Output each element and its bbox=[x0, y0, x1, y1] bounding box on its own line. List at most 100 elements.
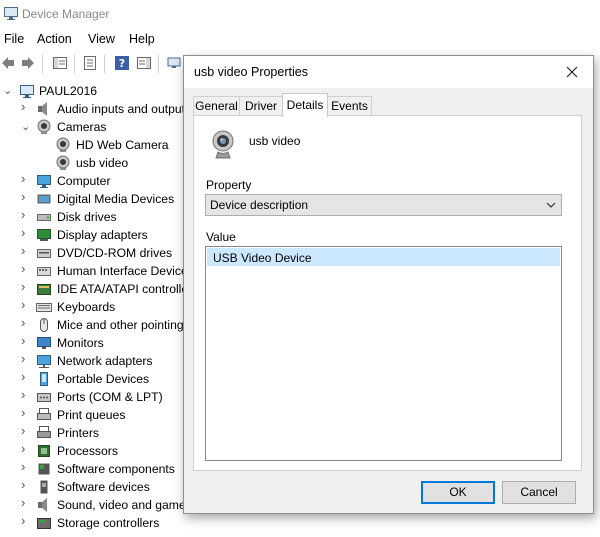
properties-icon[interactable] bbox=[82, 55, 98, 71]
tree-item[interactable]: › IDE ATA/ATAPI controllers bbox=[0, 280, 183, 298]
tree-item[interactable]: usb video bbox=[0, 154, 183, 172]
computer-icon bbox=[37, 175, 51, 188]
chevron-right-icon[interactable]: › bbox=[21, 460, 31, 473]
chevron-right-icon[interactable]: › bbox=[21, 478, 31, 491]
chevron-down-icon[interactable]: ⌄ bbox=[3, 86, 13, 97]
toolbar-separator bbox=[158, 55, 159, 73]
media-icon bbox=[37, 194, 51, 204]
tree-item-label: Sound, video and game controllers bbox=[57, 498, 183, 512]
chevron-right-icon[interactable]: › bbox=[21, 100, 31, 113]
cancel-button[interactable]: Cancel bbox=[502, 481, 576, 504]
tree-item-label: Digital Media Devices bbox=[57, 192, 175, 206]
tab-events[interactable]: Events bbox=[327, 96, 372, 116]
property-select[interactable]: Device description bbox=[205, 194, 562, 216]
tree-item[interactable]: › Human Interface Devices bbox=[0, 262, 183, 280]
tree-item[interactable]: › Sound, video and game controllers bbox=[0, 496, 183, 514]
processor-icon bbox=[38, 445, 50, 457]
list-item[interactable]: USB Video Device bbox=[207, 248, 560, 266]
properties-dialog: usb video Properties General Driver Deta… bbox=[183, 55, 594, 514]
tree-item-label: DVD/CD-ROM drives bbox=[57, 246, 173, 260]
chevron-right-icon[interactable]: › bbox=[21, 244, 31, 257]
tree-item[interactable]: › Portable Devices bbox=[0, 370, 183, 388]
tree-item[interactable]: › Monitors bbox=[0, 334, 183, 352]
help-icon[interactable]: ? bbox=[114, 55, 130, 71]
chevron-right-icon[interactable]: › bbox=[21, 370, 31, 383]
property-label: Property bbox=[206, 178, 252, 192]
tree-item-label: Processors bbox=[57, 444, 118, 458]
keyboard-icon bbox=[36, 303, 52, 312]
tree-item[interactable]: HD Web Camera bbox=[0, 136, 183, 154]
tree-item[interactable]: › Processors bbox=[0, 442, 183, 460]
back-arrow-icon[interactable] bbox=[0, 55, 16, 71]
tree-item[interactable]: › Print queues bbox=[0, 406, 183, 424]
chevron-right-icon[interactable]: › bbox=[21, 496, 31, 509]
tree-item-label: Monitors bbox=[57, 336, 104, 350]
chevron-right-icon[interactable]: › bbox=[21, 172, 31, 185]
tree-item[interactable]: › Network adapters bbox=[0, 352, 183, 370]
ok-button[interactable]: OK bbox=[421, 481, 495, 504]
tab-general[interactable]: General bbox=[193, 96, 240, 116]
svg-text:?: ? bbox=[119, 57, 125, 70]
menu-help[interactable]: Help bbox=[129, 32, 155, 46]
tree-item[interactable]: › Display adapters bbox=[0, 226, 183, 244]
chevron-right-icon[interactable]: › bbox=[21, 262, 31, 275]
value-listbox[interactable]: USB Video Device bbox=[205, 246, 562, 461]
chevron-right-icon[interactable]: › bbox=[21, 424, 31, 437]
forward-arrow-icon[interactable] bbox=[20, 55, 36, 71]
chevron-right-icon[interactable]: › bbox=[21, 280, 31, 293]
tree-item[interactable]: › Mice and other pointing devices bbox=[0, 316, 183, 334]
tree-item-label: Human Interface Devices bbox=[57, 264, 183, 278]
tree-item-label: Cameras bbox=[57, 120, 107, 134]
chevron-right-icon[interactable]: › bbox=[21, 406, 31, 419]
scan-hardware-icon[interactable] bbox=[166, 55, 182, 71]
chevron-right-icon[interactable]: › bbox=[21, 298, 31, 311]
chevron-down-icon[interactable]: ⌄ bbox=[21, 122, 31, 133]
chevron-right-icon[interactable]: › bbox=[21, 388, 31, 401]
tab-details[interactable]: Details bbox=[282, 93, 328, 117]
chevron-right-icon[interactable]: › bbox=[21, 208, 31, 221]
tree-item[interactable]: › Printers bbox=[0, 424, 183, 442]
window-title: Device Manager bbox=[22, 7, 110, 21]
tree-item[interactable]: › Audio inputs and outputs bbox=[0, 100, 183, 118]
tree-item[interactable]: › Digital Media Devices bbox=[0, 190, 183, 208]
chevron-down-icon bbox=[546, 202, 556, 208]
tree-item-label: Software components bbox=[57, 462, 175, 476]
chevron-right-icon[interactable]: › bbox=[21, 352, 31, 365]
tree-item-label: usb video bbox=[76, 156, 129, 170]
chevron-right-icon[interactable]: › bbox=[21, 334, 31, 347]
webcam-icon bbox=[212, 130, 234, 159]
disk-icon bbox=[37, 214, 51, 221]
menu-file[interactable]: File bbox=[4, 32, 24, 46]
printer-icon bbox=[37, 426, 51, 438]
mouse-icon bbox=[40, 318, 48, 332]
tree-item[interactable]: › Software devices bbox=[0, 478, 183, 496]
tree-item-label: Portable Devices bbox=[57, 372, 150, 386]
tree-item[interactable]: › Storage controllers bbox=[0, 514, 183, 532]
tree-item[interactable]: › DVD/CD-ROM drives bbox=[0, 244, 183, 262]
chevron-right-icon[interactable]: › bbox=[21, 316, 31, 329]
tree-item[interactable]: › Disk drives bbox=[0, 208, 183, 226]
chevron-right-icon[interactable]: › bbox=[21, 442, 31, 455]
show-hide-console-tree-icon[interactable] bbox=[52, 55, 68, 71]
action-pane-icon[interactable] bbox=[136, 55, 152, 71]
tree-item-label: Disk drives bbox=[57, 210, 117, 224]
tree-item[interactable]: ⌄ Cameras bbox=[0, 118, 183, 136]
device-manager-icon bbox=[4, 7, 18, 20]
tree-item[interactable]: › Keyboards bbox=[0, 298, 183, 316]
tree-item[interactable]: › Computer bbox=[0, 172, 183, 190]
menu-action[interactable]: Action bbox=[37, 32, 72, 46]
hid-icon bbox=[37, 267, 51, 276]
chevron-right-icon[interactable]: › bbox=[21, 514, 31, 527]
close-button[interactable] bbox=[561, 61, 583, 83]
chevron-right-icon[interactable]: › bbox=[21, 190, 31, 203]
toolbar-separator bbox=[42, 55, 43, 73]
chevron-right-icon[interactable]: › bbox=[21, 226, 31, 239]
tree-root[interactable]: ⌄ PAUL2016 bbox=[0, 82, 183, 100]
tree-item[interactable]: › Software components bbox=[0, 460, 183, 478]
property-select-value: Device description bbox=[210, 198, 309, 212]
menu-view[interactable]: View bbox=[88, 32, 115, 46]
tree-item-label: Storage controllers bbox=[57, 516, 160, 530]
tree-item[interactable]: › Ports (COM & LPT) bbox=[0, 388, 183, 406]
tab-driver[interactable]: Driver bbox=[239, 96, 283, 116]
speaker-icon bbox=[38, 102, 47, 116]
